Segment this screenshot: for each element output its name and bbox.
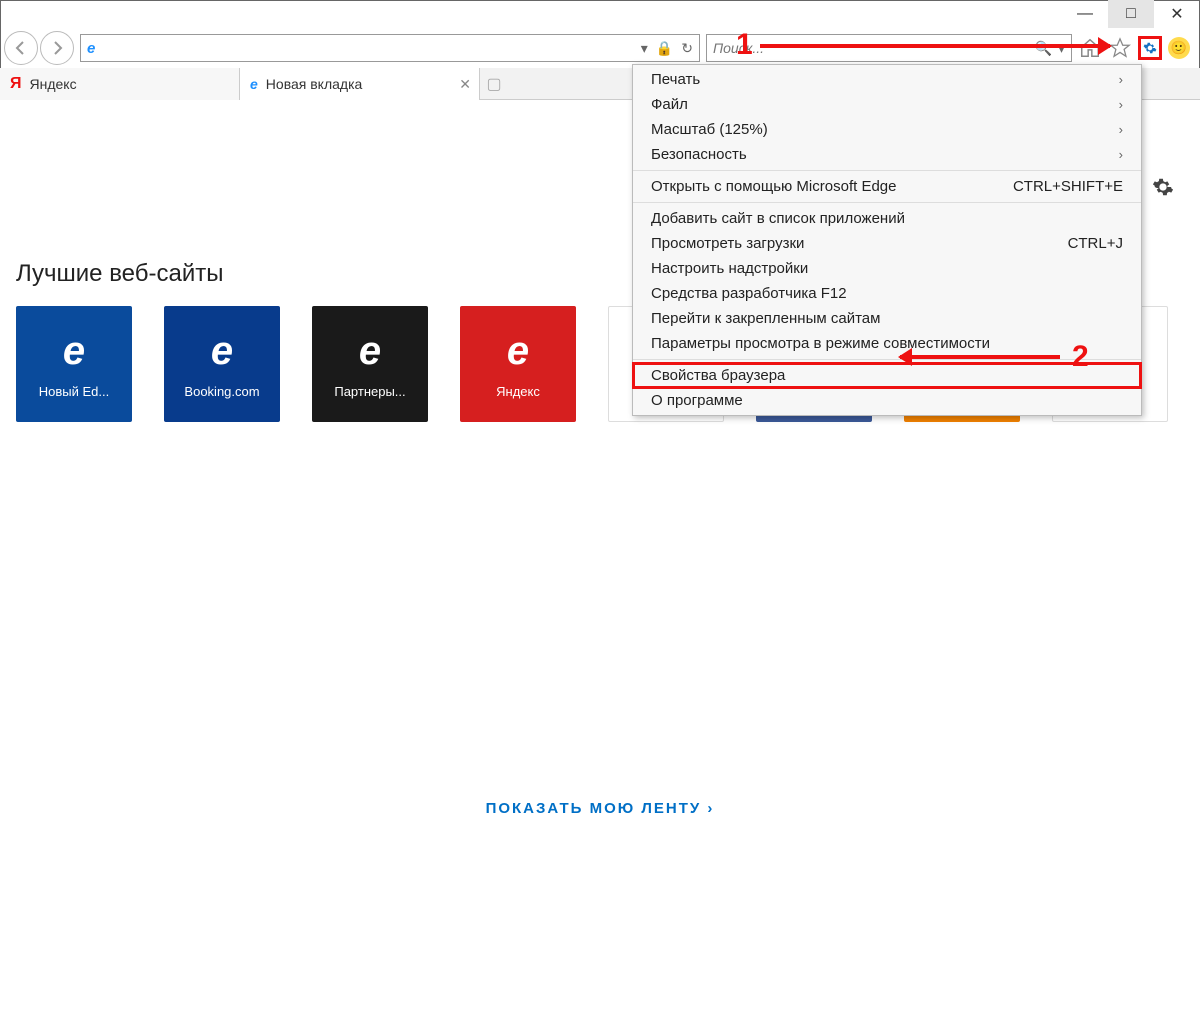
tab-label: Новая вкладка	[266, 76, 363, 92]
chevron-right-icon: ›	[1119, 147, 1123, 162]
search-bar[interactable]: Поиск... 🔍 ▾	[706, 34, 1072, 62]
tile-label: Новый Ed...	[35, 384, 113, 399]
chevron-right-icon: ›	[1119, 122, 1123, 137]
ie-icon: e	[507, 329, 529, 374]
tab-label: Яндекс	[30, 76, 77, 92]
feedback-smiley-icon[interactable]: 🙂	[1168, 37, 1190, 59]
new-tab-button[interactable]: ▢	[480, 68, 508, 99]
menu-internet-options[interactable]: Свойства браузера	[633, 363, 1141, 388]
show-feed-link[interactable]: ПОКАЗАТЬ МОЮ ЛЕНТУ ›	[0, 800, 1200, 817]
menu-item[interactable]: Перейти к закрепленным сайтам	[633, 306, 1141, 331]
address-bar[interactable]: e ▾ 🔒 ↻	[80, 34, 700, 62]
menu-item[interactable]: Добавить сайт в список приложений	[633, 206, 1141, 231]
chevron-right-icon: ›	[1119, 97, 1123, 112]
dropdown-icon[interactable]: ▾	[641, 40, 648, 57]
menu-item[interactable]: Печать›	[633, 67, 1141, 92]
chevron-right-icon: ›	[1119, 72, 1123, 87]
tile-label: Партнеры...	[330, 384, 409, 399]
menu-about[interactable]: О программе	[633, 388, 1141, 413]
tools-menu: Печать›Файл›Масштаб (125%)›Безопасность›…	[632, 64, 1142, 416]
ie-icon: e	[359, 329, 381, 374]
tab-new[interactable]: e Новая вкладка ✕	[240, 68, 480, 100]
forward-button[interactable]	[40, 31, 74, 65]
site-tile[interactable]: e Booking.com	[164, 306, 280, 422]
lock-icon: 🔒	[656, 40, 673, 57]
menu-item[interactable]: Масштаб (125%)›	[633, 117, 1141, 142]
section-title: Лучшие веб-сайты	[16, 260, 224, 288]
menu-item[interactable]: Файл›	[633, 92, 1141, 117]
navigation-bar: e ▾ 🔒 ↻ Поиск... 🔍 ▾ 🙂	[0, 28, 1200, 68]
site-tile[interactable]: e Партнеры...	[312, 306, 428, 422]
menu-item[interactable]: Просмотреть загрузкиCTRL+J	[633, 231, 1141, 256]
search-dropdown-icon[interactable]: ▾	[1058, 40, 1065, 57]
ie-icon: e	[87, 40, 95, 57]
close-tab-icon[interactable]: ✕	[459, 76, 471, 93]
refresh-icon[interactable]: ↻	[681, 40, 693, 57]
annotation-arrow-1	[760, 44, 1110, 48]
annotation-1: 1	[736, 28, 753, 62]
close-button[interactable]: ✕	[1154, 0, 1200, 28]
minimize-button[interactable]: —	[1062, 0, 1108, 28]
site-tile[interactable]: e Новый Ed...	[16, 306, 132, 422]
search-icon[interactable]: 🔍	[1035, 40, 1052, 57]
annotation-2: 2	[1072, 340, 1089, 374]
menu-item[interactable]: Безопасность›	[633, 142, 1141, 167]
tile-label: Booking.com	[180, 384, 263, 399]
menu-item[interactable]: Параметры просмотра в режиме совместимос…	[633, 331, 1141, 356]
page-settings-gear-icon[interactable]	[1152, 176, 1174, 204]
tools-gear-icon[interactable]	[1138, 36, 1162, 60]
menu-open-edge[interactable]: Открыть с помощью Microsoft Edge CTRL+SH…	[633, 174, 1141, 199]
menu-item[interactable]: Настроить надстройки	[633, 256, 1141, 281]
ie-icon: e	[63, 329, 85, 374]
address-bar-icons: ▾ 🔒 ↻	[641, 40, 693, 57]
menu-item[interactable]: Средства разработчика F12	[633, 281, 1141, 306]
window-controls: — □ ✕	[1062, 0, 1200, 28]
tab-yandex[interactable]: Я Яндекс	[0, 68, 240, 100]
maximize-button[interactable]: □	[1108, 0, 1154, 28]
site-tile[interactable]: e Яндекс	[460, 306, 576, 422]
tile-label: Яндекс	[492, 384, 544, 399]
annotation-arrow-2	[900, 355, 1060, 359]
back-button[interactable]	[4, 31, 38, 65]
yandex-icon: Я	[10, 75, 22, 93]
ie-icon: e	[211, 329, 233, 374]
ie-icon: e	[250, 76, 258, 92]
